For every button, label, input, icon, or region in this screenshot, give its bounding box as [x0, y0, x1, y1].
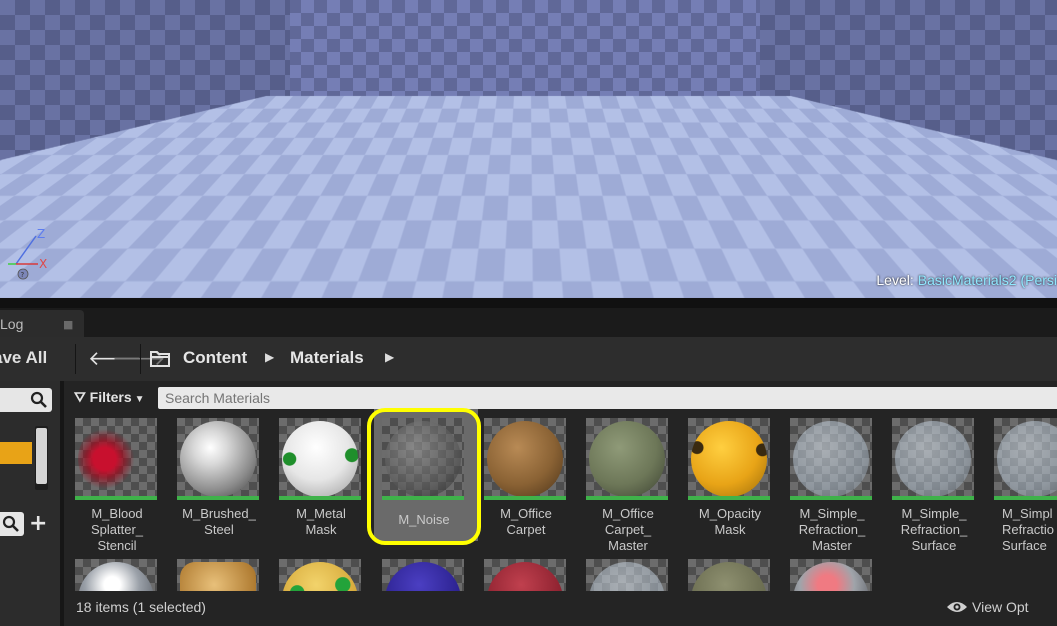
asset-tile[interactable]: M_Brushed_ Steel [177, 418, 261, 538]
sources-scrollbar[interactable] [35, 426, 48, 490]
yellow-sphere-icon [688, 418, 770, 500]
asset-label: M_Opacity Mask [698, 506, 762, 537]
sources-search-field[interactable] [0, 388, 52, 412]
checker-floor [0, 96, 1057, 298]
axis-x-label: X [39, 257, 47, 271]
filters-label: Filters [89, 389, 132, 405]
collections-search-button[interactable] [0, 512, 24, 536]
asset-label: M_Simple_ Refraction_ Surface [900, 506, 968, 553]
asset-label: M_Brushed_ Steel [182, 506, 256, 537]
breadcrumb-chevron-icon[interactable]: ▶ [385, 350, 394, 364]
white-green-sphere-icon [279, 418, 361, 500]
tab-log-label: Log [0, 316, 24, 332]
asset-view: ⛛ Filters▼ M_Blood Splatter_ Stencil M_B… [64, 381, 1057, 626]
svg-text:?: ? [21, 271, 25, 279]
asset-label: M_Metal Mask [296, 506, 346, 537]
folder-icon[interactable] [150, 349, 170, 367]
glass-sphere-icon [994, 418, 1057, 500]
asset-tile[interactable]: M_Simple_ Refraction_ Surface [892, 418, 976, 554]
scrollbar-thumb[interactable] [36, 428, 47, 484]
caret-down-icon: ▼ [134, 394, 145, 405]
view-options-label: View Opt [972, 599, 1029, 615]
asset-tile[interactable]: M_Blood Splatter_ Stencil [75, 418, 159, 554]
glass-sphere-icon [892, 418, 974, 500]
asset-tile[interactable]: M_Simple_ Refraction_ Master [790, 418, 874, 554]
level-prefix: Level: [876, 272, 914, 288]
asset-label: M_Blood Splatter_ Stencil [90, 506, 144, 553]
glass-sphere-icon [790, 418, 872, 500]
search-icon [30, 391, 47, 408]
back-wall [275, 0, 780, 98]
panel-tab-bar: Log ■ [0, 308, 1057, 337]
save-all-button[interactable]: ave All [0, 348, 47, 368]
asset-label: M_Simple_ Refraction_ Master [798, 506, 866, 553]
search-icon [2, 515, 19, 532]
toolbar-separator [75, 344, 76, 374]
toolbar-separator [140, 344, 141, 374]
brown-carpet-sphere-icon [484, 418, 566, 500]
asset-label: M_Office Carpet [500, 506, 552, 537]
sources-panel: + [0, 381, 60, 626]
level-viewport[interactable]: Z X ? Level: BasicMaterials2 (Persi [0, 0, 1057, 298]
blood-sphere-icon [75, 418, 157, 500]
filter-funnel-icon: ⛛ [74, 389, 86, 405]
asset-tile[interactable]: M_Office Carpet_ Master [586, 418, 670, 554]
asset-label: M_Simpl Refractio Surface [1002, 506, 1055, 553]
level-indicator: Level: BasicMaterials2 (Persi [876, 272, 1057, 288]
green-carpet-sphere-icon [586, 418, 668, 500]
eye-icon [947, 602, 967, 612]
tab-output-log[interactable]: Log ■ [0, 310, 84, 337]
content-browser-toolbar: ave All 🡐 🡒 Content ▶ Materials ▶ [0, 337, 1057, 381]
view-options-button[interactable]: View Opt [947, 599, 1029, 615]
axis-z-label: Z [37, 227, 45, 241]
add-collection-icon[interactable]: + [29, 511, 47, 536]
axis-gizmo-icon: Z X ? [8, 227, 47, 280]
asset-label: M_Office Carpet_ Master [602, 506, 654, 553]
asset-tile[interactable]: M_Metal Mask [279, 418, 363, 538]
breadcrumb-chevron-icon[interactable]: ▶ [265, 350, 274, 364]
selected-folder-highlight[interactable] [0, 442, 32, 464]
content-status-bar: 18 items (1 selected) View Opt [64, 591, 1057, 626]
asset-tile[interactable]: M_Simpl Refractio Surface [994, 418, 1057, 554]
tab-close-icon[interactable]: ■ [63, 318, 73, 331]
asset-tile[interactable]: M_Office Carpet [484, 418, 568, 538]
panel-divider[interactable] [0, 298, 1057, 308]
breadcrumb-materials[interactable]: Materials [290, 348, 364, 368]
item-count-text: 18 items (1 selected) [76, 599, 206, 615]
breadcrumb-content[interactable]: Content [183, 348, 247, 368]
search-materials-box[interactable] [158, 387, 1057, 409]
selection-highlight-ring [367, 408, 481, 545]
steel-sphere-icon [177, 418, 259, 500]
search-materials-input[interactable] [163, 389, 1027, 407]
level-name: BasicMaterials2 (Persi [917, 272, 1057, 288]
filters-button[interactable]: ⛛ Filters ▼ [74, 389, 145, 406]
asset-tile[interactable]: M_Opacity Mask [688, 418, 772, 538]
